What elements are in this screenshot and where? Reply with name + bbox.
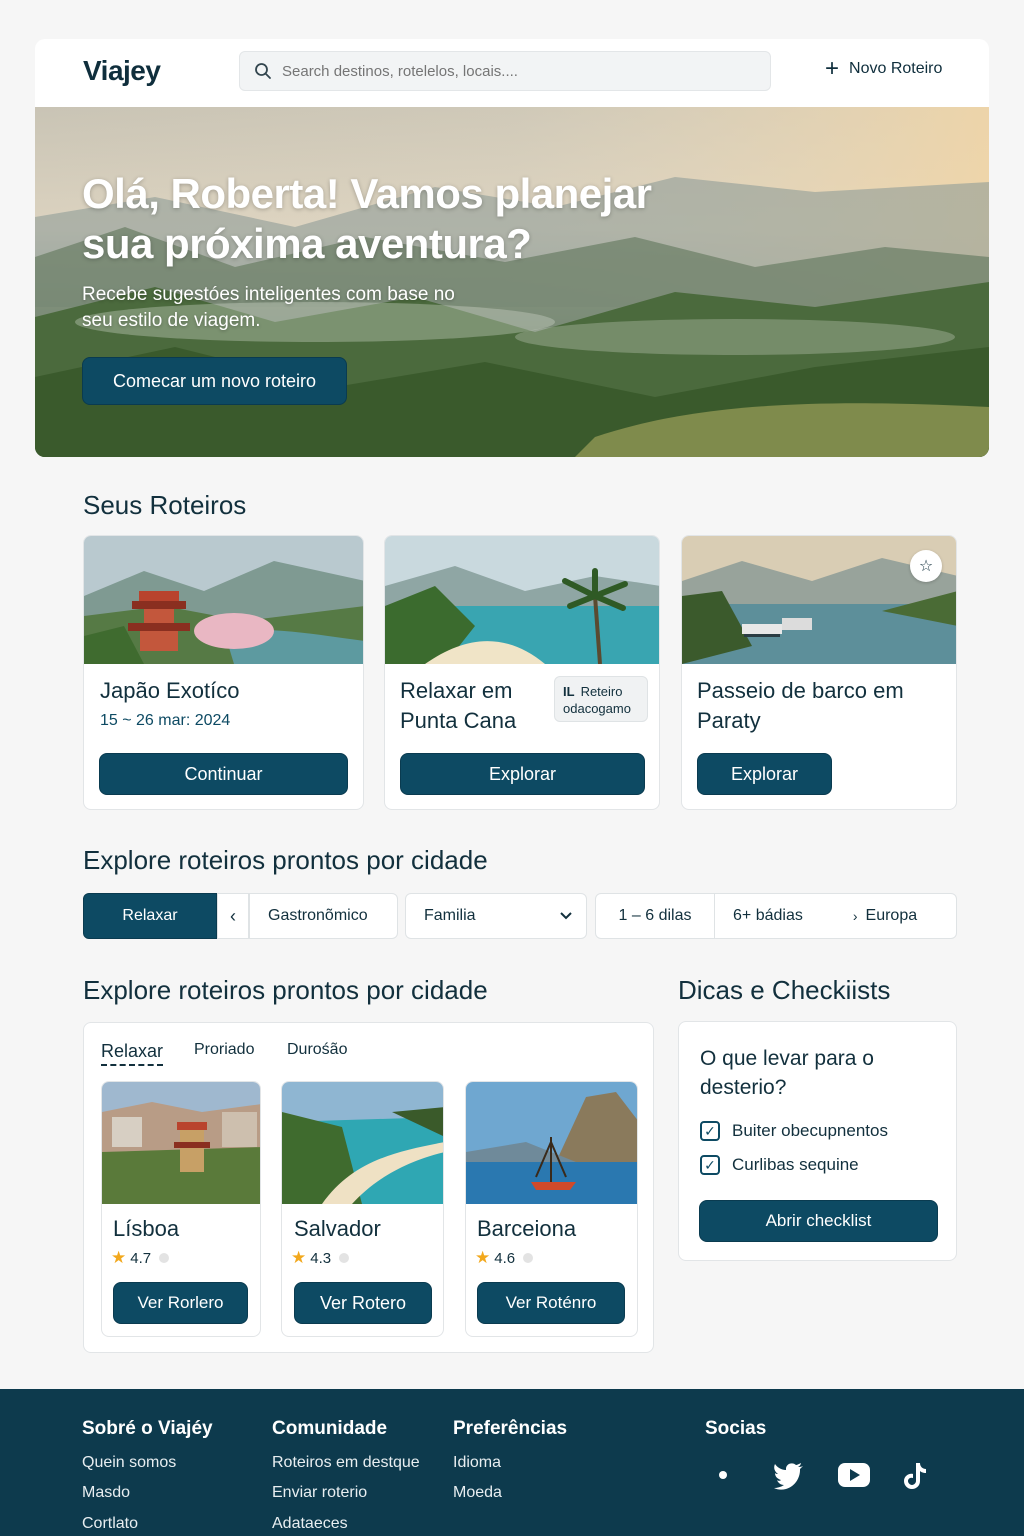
tips-heading: Dicas e Checkiists bbox=[678, 975, 891, 1005]
youtube-icon[interactable] bbox=[837, 1462, 871, 1488]
tab-priority[interactable]: Proriado bbox=[194, 1041, 254, 1059]
dot-icon bbox=[339, 1253, 350, 1263]
trip-card-paraty[interactable]: ☆ Passeio de barco em Paraty Explorar bbox=[681, 535, 957, 810]
start-trip-button[interactable]: Comecar um novo roteiro bbox=[82, 357, 347, 405]
dot-icon bbox=[159, 1253, 170, 1263]
tips-question: O que levar para o desterio? bbox=[700, 1047, 874, 1099]
city-name: Salvador bbox=[294, 1216, 381, 1241]
top-header: Viajey + Novo Roteiro bbox=[35, 39, 989, 107]
hero-title: Olá, Roberta! Vamos planejar sua próxima… bbox=[82, 170, 652, 267]
rating-value: 4.3 bbox=[310, 1249, 332, 1267]
filter-family-select[interactable]: Familia bbox=[405, 893, 587, 939]
city-name: Barceiona bbox=[477, 1216, 577, 1241]
long-days-label: 6+ bádias bbox=[733, 907, 803, 924]
search-icon bbox=[255, 63, 271, 79]
city-rating: ★ 4.3 bbox=[291, 1248, 350, 1268]
tag-line2: odacogamo bbox=[563, 701, 631, 716]
star-icon: ☆ bbox=[918, 558, 934, 575]
new-trip-button[interactable]: + Novo Roteiro bbox=[825, 55, 943, 82]
checkbox-checked-icon[interactable]: ✓ bbox=[700, 1155, 720, 1175]
filter-short-days-chip[interactable]: 1 – 6 dilas bbox=[595, 893, 715, 939]
lisboa-image bbox=[102, 1082, 260, 1204]
chevron-right-icon: › bbox=[852, 908, 858, 924]
trip-date: 15 ~ 26 mar: 2024 bbox=[100, 712, 231, 729]
footer-link[interactable]: Quein somos bbox=[82, 1454, 176, 1472]
filter-gastro-chip[interactable]: Gastronõmico bbox=[249, 893, 398, 939]
footer: Sobré o Viajéy Quein somos Masdo Cortlat… bbox=[0, 1389, 1024, 1536]
trip-card-japan[interactable]: Japão Exotíco 15 ~ 26 mar: 2024 Continua… bbox=[83, 535, 364, 810]
city-card-salvador[interactable]: Salvador ★ 4.3 Ver Rotero bbox=[281, 1081, 444, 1337]
checkbox-checked-icon[interactable]: ✓ bbox=[700, 1121, 720, 1141]
star-icon: ★ bbox=[111, 1248, 127, 1267]
search-bar[interactable] bbox=[239, 51, 771, 91]
rating-value: 4.6 bbox=[494, 1249, 516, 1267]
facebook-icon[interactable] bbox=[716, 1467, 730, 1483]
checklist-item[interactable]: ✓ Buiter obecupnentos bbox=[700, 1121, 888, 1141]
city-rating: ★ 4.6 bbox=[475, 1248, 534, 1268]
explore-button[interactable]: Explorar bbox=[697, 753, 832, 795]
chevron-down-icon bbox=[560, 912, 572, 920]
open-checklist-button[interactable]: Abrir checklist bbox=[699, 1200, 938, 1242]
star-icon: ★ bbox=[475, 1248, 491, 1267]
footer-link[interactable]: Idioma bbox=[453, 1454, 501, 1472]
filter-long-days-chip[interactable]: 6+ bádias › Europa bbox=[714, 893, 957, 939]
city-card-barcelona[interactable]: Barceiona ★ 4.6 Ver Roténro bbox=[465, 1081, 638, 1337]
filter-prev-button[interactable]: ‹ bbox=[217, 893, 249, 939]
search-input[interactable] bbox=[282, 62, 752, 80]
trips-heading: Seus Roteiros bbox=[83, 490, 247, 520]
footer-social-title: Socias bbox=[705, 1418, 767, 1439]
hero-banner: Olá, Roberta! Vamos planejar sua próxima… bbox=[35, 107, 989, 457]
footer-community-title: Comunidade bbox=[272, 1418, 388, 1439]
trip-tag: IL Reteiro odacogamo bbox=[554, 676, 648, 722]
trip-title: Relaxar em Punta Cana bbox=[400, 678, 517, 733]
twitter-icon[interactable] bbox=[773, 1462, 805, 1490]
footer-about-title: Sobré o Viajéy bbox=[82, 1418, 213, 1439]
continue-button[interactable]: Continuar bbox=[99, 753, 348, 795]
logo[interactable]: Viajey bbox=[83, 55, 161, 87]
barcelona-image bbox=[466, 1082, 637, 1204]
tag-line1: Reteiro bbox=[580, 684, 623, 699]
tab-duration[interactable]: Durośão bbox=[287, 1041, 347, 1059]
filter-relax-chip[interactable]: Relaxar bbox=[83, 893, 217, 939]
tips-card: O que levar para o desterio? ✓ Buiter obe… bbox=[678, 1021, 957, 1261]
checklist-label: Curlibas sequine bbox=[732, 1155, 859, 1174]
salvador-image bbox=[282, 1082, 443, 1204]
footer-link[interactable]: Adataeces bbox=[272, 1515, 348, 1533]
cities-heading: Explore roteiros prontos por cidade bbox=[83, 975, 488, 1005]
footer-link[interactable]: Moeda bbox=[453, 1484, 502, 1502]
explore-button[interactable]: Explorar bbox=[400, 753, 645, 795]
explore-heading: Explore roteiros prontos por cidade bbox=[83, 845, 488, 875]
rating-value: 4.7 bbox=[130, 1249, 152, 1267]
dot-icon bbox=[523, 1253, 534, 1263]
footer-link[interactable]: Roteiros em destque bbox=[272, 1454, 420, 1472]
beach-palm-image bbox=[385, 536, 659, 664]
view-trip-button[interactable]: Ver Roténro bbox=[477, 1282, 625, 1324]
tab-relax[interactable]: Relaxar bbox=[101, 1041, 164, 1066]
trip-title: Passeio de barco em Paraty bbox=[697, 678, 904, 733]
tiktok-icon[interactable] bbox=[902, 1461, 928, 1491]
footer-link[interactable]: Cortlato bbox=[82, 1515, 138, 1533]
footer-preferences-title: Preferências bbox=[453, 1418, 568, 1439]
city-name: Lísboa bbox=[113, 1216, 180, 1241]
star-icon: ★ bbox=[291, 1248, 307, 1267]
checklist-item[interactable]: ✓ Curlibas sequine bbox=[700, 1155, 859, 1175]
city-rating: ★ 4.7 bbox=[111, 1248, 170, 1268]
trip-card-punta-cana[interactable]: Relaxar em Punta Cana IL Reteiro odacogam… bbox=[384, 535, 660, 810]
trip-title: Japão Exotíco bbox=[100, 678, 240, 703]
japan-pagoda-image bbox=[84, 536, 363, 664]
city-card-lisboa[interactable]: Lísboa ★ 4.7 Ver Rorlero bbox=[101, 1081, 261, 1337]
new-trip-label: Novo Roteiro bbox=[849, 60, 943, 77]
cities-panel: Relaxar Proriado Durośão Lísboa ★ 4.7 Ver… bbox=[83, 1022, 654, 1353]
favorite-star-button[interactable]: ☆ bbox=[910, 550, 942, 582]
footer-link[interactable]: Masdo bbox=[82, 1484, 130, 1502]
tag-icon: IL bbox=[563, 684, 575, 699]
view-trip-button[interactable]: Ver Rorlero bbox=[113, 1282, 248, 1324]
hero-subtitle: Recebe sugestóes inteligentes com base n… bbox=[82, 284, 455, 331]
footer-link[interactable]: Enviar roterio bbox=[272, 1484, 367, 1502]
plus-icon: + bbox=[825, 55, 840, 82]
region-label[interactable]: Europa bbox=[866, 907, 918, 925]
checklist-label: Buiter obecupnentos bbox=[732, 1121, 888, 1140]
view-trip-button[interactable]: Ver Rotero bbox=[294, 1282, 432, 1324]
family-select-label: Familia bbox=[424, 907, 476, 924]
